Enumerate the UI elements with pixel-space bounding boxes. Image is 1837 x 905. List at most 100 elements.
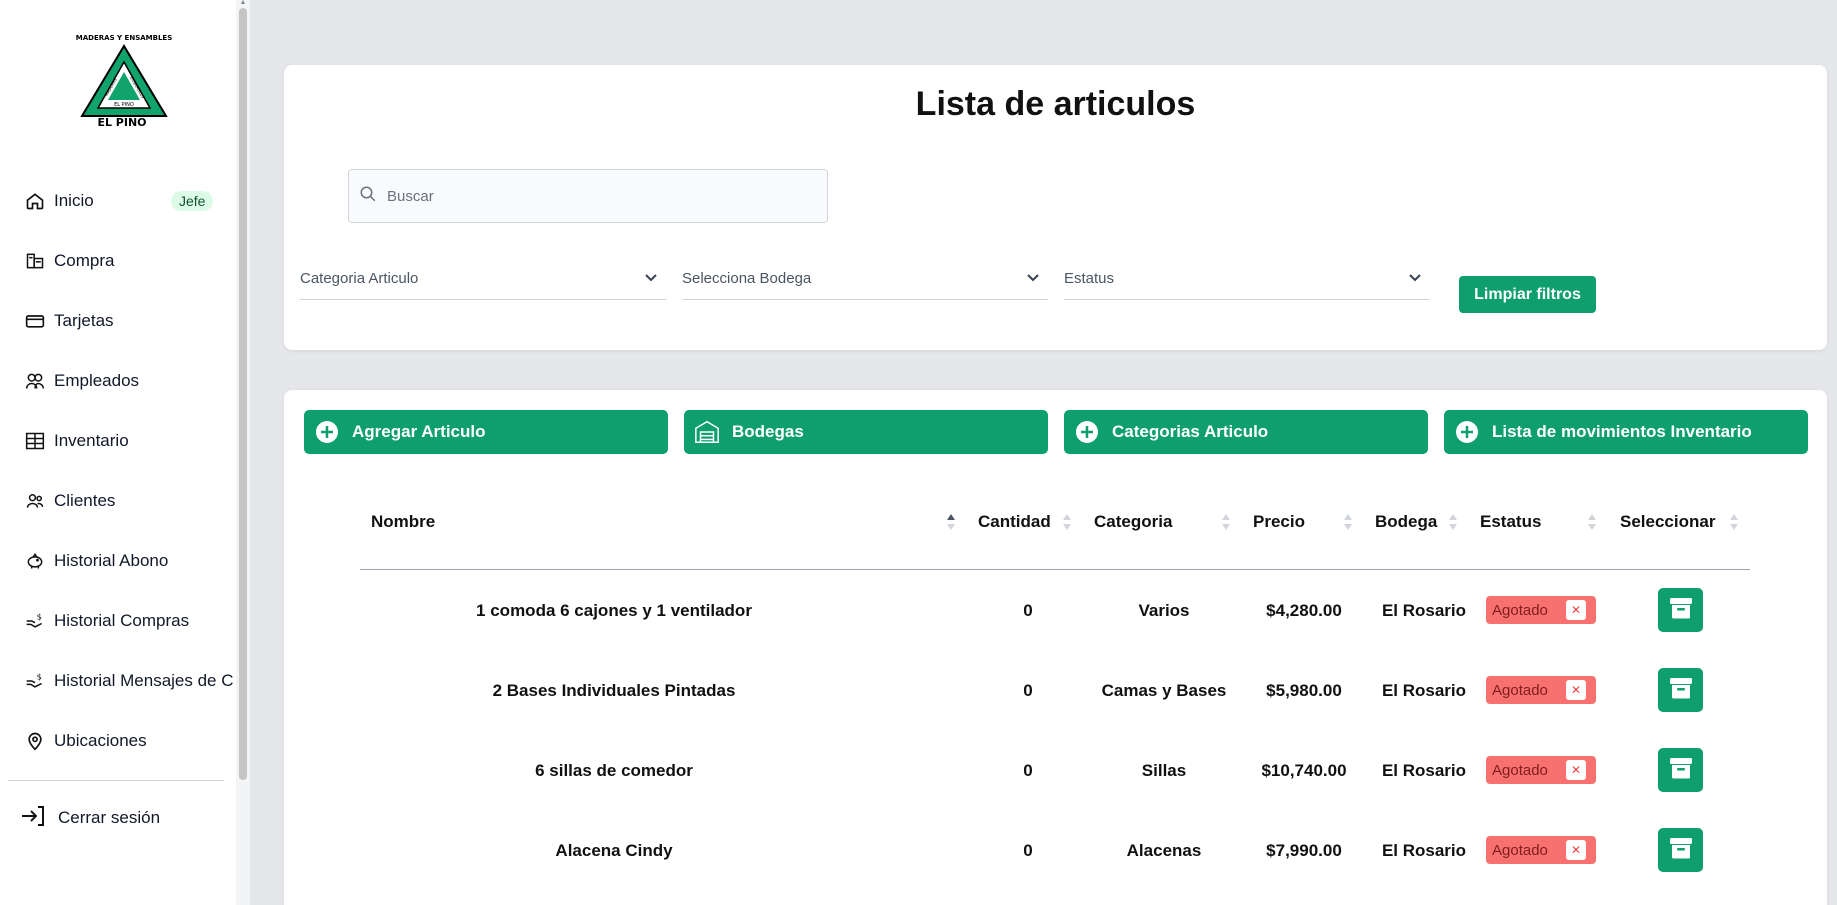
sidebar-item-clientes[interactable]: Clientes <box>24 481 236 521</box>
sort-icon[interactable] <box>1343 513 1353 531</box>
sidebar-scrollbar-thumb[interactable] <box>239 8 247 780</box>
chevron-down-icon <box>1408 270 1422 288</box>
page-title: Lista de articulos <box>915 85 1196 123</box>
search-icon <box>359 185 377 208</box>
warehouse-select[interactable]: Selecciona Bodega <box>682 258 1048 300</box>
purchase-icon <box>24 250 46 272</box>
cell-precio: $7,990.00 <box>1266 841 1342 860</box>
cell-categoria: Alacenas <box>1126 841 1202 860</box>
close-icon[interactable]: ✕ <box>1566 680 1586 700</box>
chevron-down-icon <box>1026 270 1040 288</box>
category-select-label: Categoria Articulo <box>300 270 419 287</box>
cell-precio: $4,280.00 <box>1266 601 1342 620</box>
sidebar-divider <box>8 780 224 781</box>
cell-bodega: El Rosario <box>1381 841 1467 860</box>
inventory-icon <box>24 430 46 452</box>
sidebar-item-tarjetas[interactable]: Tarjetas <box>24 301 236 341</box>
sort-icon[interactable] <box>946 513 956 531</box>
plus-circle-icon <box>1454 419 1480 445</box>
select-article-button[interactable] <box>1658 668 1703 712</box>
inventory-movements-button[interactable]: Lista de movimientos Inventario <box>1444 410 1808 454</box>
status-tag: Agotado ✕ <box>1486 836 1596 864</box>
select-article-button[interactable] <box>1658 828 1703 872</box>
column-header-cantidad[interactable]: Cantidad <box>978 512 1051 532</box>
cell-categoria: Varios <box>1138 601 1190 620</box>
logout-button[interactable]: Cerrar sesión <box>20 800 160 836</box>
home-icon <box>24 190 46 212</box>
warehouses-label: Bodegas <box>732 422 804 441</box>
cell-nombre: 1 comoda 6 cajones y 1 ventilador <box>476 601 752 620</box>
column-header-estatus[interactable]: Estatus <box>1480 512 1541 532</box>
column-header-bodega[interactable]: Bodega <box>1375 512 1437 532</box>
close-icon[interactable]: ✕ <box>1566 600 1586 620</box>
sidebar-item-inventario[interactable]: Inventario <box>24 421 236 461</box>
column-header-seleccionar[interactable]: Seleccionar <box>1620 512 1715 532</box>
svg-text:$: $ <box>37 611 42 621</box>
chevron-down-icon <box>644 270 658 288</box>
sidebar: MADERAS Y ENSAMBLES MADERAS ENSAMBLES EL… <box>0 0 250 905</box>
cell-nombre: 6 sillas de comedor <box>535 761 693 780</box>
column-header-categoria[interactable]: Categoria <box>1094 512 1172 532</box>
sidebar-item-historial-compras[interactable]: $ Historial Compras <box>24 601 236 641</box>
status-tag: Agotado ✕ <box>1486 596 1596 624</box>
sort-icon[interactable] <box>1221 513 1231 531</box>
select-article-button[interactable] <box>1658 588 1703 632</box>
sidebar-item-label: Compra <box>54 251 115 270</box>
cell-precio: $10,740.00 <box>1261 761 1347 780</box>
add-article-label: Agregar Articulo <box>352 422 486 441</box>
logout-icon <box>20 804 46 833</box>
article-categories-button[interactable]: Categorias Articulo <box>1064 410 1428 454</box>
cell-cantidad: 0 <box>1023 681 1033 700</box>
scroll-up-arrow-icon[interactable]: ▲ <box>239 0 247 6</box>
svg-text:$: $ <box>37 671 42 681</box>
cell-categoria: Camas y Bases <box>1101 681 1227 700</box>
column-header-nombre[interactable]: Nombre <box>371 512 435 532</box>
sidebar-item-ubicaciones[interactable]: Ubicaciones <box>24 721 236 761</box>
add-article-button[interactable]: Agregar Articulo <box>304 410 668 454</box>
plus-circle-icon <box>1074 419 1100 445</box>
cell-cantidad: 0 <box>1023 841 1033 860</box>
sort-icon[interactable] <box>1729 513 1739 531</box>
search-field[interactable] <box>348 169 828 223</box>
clear-filters-button[interactable]: Limpiar filtros <box>1459 276 1596 313</box>
archive-icon <box>1668 756 1694 785</box>
status-select[interactable]: Estatus <box>1064 258 1430 300</box>
close-icon[interactable]: ✕ <box>1566 760 1586 780</box>
status-tag-label: Agotado <box>1492 601 1548 619</box>
sort-icon[interactable] <box>1587 513 1597 531</box>
status-select-label: Estatus <box>1064 270 1115 287</box>
category-select[interactable]: Categoria Articulo <box>300 258 666 300</box>
sidebar-item-label: Historial Mensajes de C <box>54 671 234 690</box>
inventory-movements-label: Lista de movimientos Inventario <box>1492 422 1752 441</box>
warehouse-select-label: Selecciona Bodega <box>682 270 812 287</box>
column-header-precio[interactable]: Precio <box>1253 512 1305 532</box>
sidebar-item-compra[interactable]: Compra <box>24 241 236 281</box>
sidebar-item-label: Ubicaciones <box>54 731 147 750</box>
cell-cantidad: 0 <box>1023 761 1033 780</box>
sort-icon[interactable] <box>1062 513 1072 531</box>
piggy-bank-icon <box>24 550 46 572</box>
logo-inner-bottom-text: EL PINO <box>114 102 134 108</box>
select-article-button[interactable] <box>1658 748 1703 792</box>
cell-categoria: Sillas <box>1141 761 1187 780</box>
filters-card: Lista de articulos Categoria Articulo Se… <box>284 65 1827 350</box>
search-input[interactable] <box>387 187 787 205</box>
sidebar-item-historial-mensajes[interactable]: $ Historial Mensajes de C <box>24 661 236 701</box>
plus-circle-icon <box>314 419 340 445</box>
archive-icon <box>1668 596 1694 625</box>
sort-icon[interactable] <box>1448 513 1458 531</box>
status-tag: Agotado ✕ <box>1486 756 1596 784</box>
sidebar-item-empleados[interactable]: Empleados <box>24 361 236 401</box>
hand-money-icon: $ <box>24 670 46 692</box>
cell-cantidad: 0 <box>1023 601 1033 620</box>
close-icon[interactable]: ✕ <box>1566 840 1586 860</box>
sidebar-item-label: Empleados <box>54 371 140 390</box>
status-tag-label: Agotado <box>1492 681 1548 699</box>
warehouse-icon <box>694 419 720 445</box>
cards-icon <box>24 310 46 332</box>
warehouses-button[interactable]: Bodegas <box>684 410 1048 454</box>
archive-icon <box>1668 836 1694 865</box>
cell-bodega: El Rosario <box>1381 601 1467 620</box>
status-tag-label: Agotado <box>1492 761 1548 779</box>
sidebar-item-historial-abono[interactable]: Historial Abono <box>24 541 236 581</box>
